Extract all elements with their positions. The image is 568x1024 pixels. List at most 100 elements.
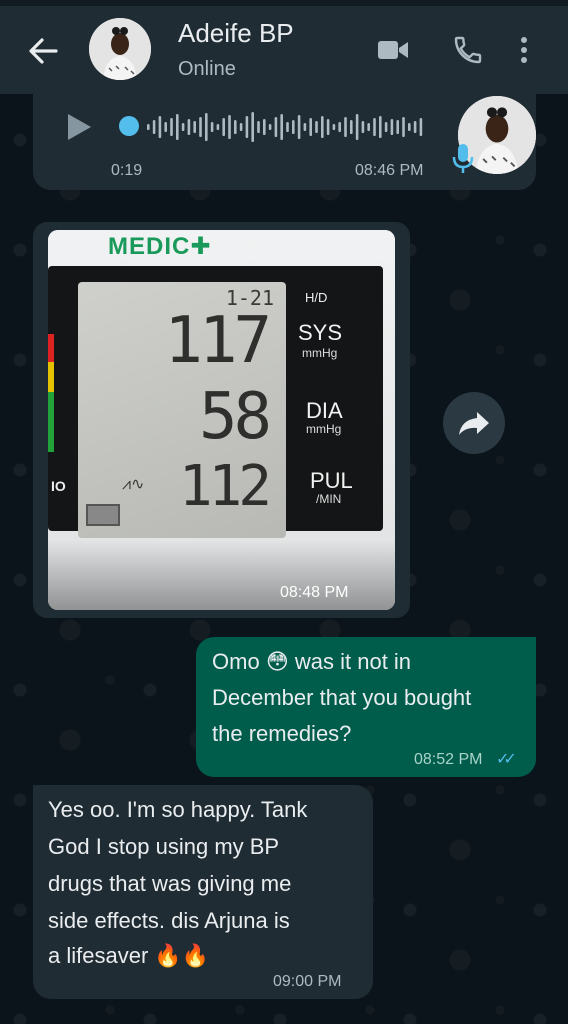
waveform-bar <box>152 120 156 134</box>
label-pul: PUL <box>310 468 353 493</box>
lcd-diastolic: 58 <box>198 380 272 454</box>
waveform-bar <box>263 119 266 135</box>
risk-bar-green <box>48 392 54 452</box>
label-hd: H/D <box>305 290 328 305</box>
incoming-line-4: side effects. dis Arjuna is <box>48 908 290 933</box>
battery-icon <box>86 504 120 526</box>
waveform-bar <box>245 116 249 138</box>
incoming-message-time: 09:00 PM <box>273 973 342 990</box>
incoming-message-bubble: Yes oo. I'm so happy. Tank God I stop us… <box>33 785 373 999</box>
more-options-icon[interactable] <box>518 36 530 64</box>
waveform-bar <box>187 119 191 135</box>
waveform-bar <box>164 122 167 132</box>
waveform-bar <box>193 121 196 133</box>
label-dia: DIA <box>306 398 343 423</box>
waveform-bar <box>419 118 423 136</box>
waveform-bar <box>199 117 202 137</box>
waveform-bar <box>297 115 301 139</box>
fire-emoji: 🔥🔥 <box>154 943 210 968</box>
presence-status: Online <box>178 58 236 80</box>
waveform-bar <box>268 124 272 130</box>
microphone-icon <box>452 144 474 173</box>
waveform-bar <box>216 124 220 130</box>
waveform-bar <box>309 118 312 136</box>
waveform-bar <box>251 112 254 142</box>
waveform-bar <box>239 123 243 131</box>
waveform-bar <box>274 117 278 137</box>
back-arrow-icon[interactable] <box>26 34 62 68</box>
waveform-bar <box>181 123 185 131</box>
image-message-time: 08:48 PM <box>280 584 349 601</box>
waveform-bar <box>292 120 295 134</box>
heart-rhythm-icon: ⩘∿ <box>122 476 145 493</box>
waveform-bar <box>402 117 405 137</box>
flushed-emoji: 😳 <box>265 649 289 674</box>
status-bar-strip <box>0 0 568 6</box>
waveform-bar <box>344 117 347 137</box>
forward-button[interactable] <box>443 392 505 454</box>
waveform-bar <box>326 119 330 135</box>
label-dia-unit: mmHg <box>306 422 342 436</box>
waveform-bar <box>280 114 283 140</box>
side-label-fragment: IO <box>51 478 66 494</box>
playback-scrubber-handle[interactable] <box>119 116 139 136</box>
waveform-bar <box>413 121 417 133</box>
waveform-bar <box>170 118 173 136</box>
voice-duration: 0:19 <box>111 162 143 179</box>
outgoing-message-bubble: Omo 😳 was it not in December that you bo… <box>196 637 536 777</box>
risk-bar-red <box>48 334 54 362</box>
waveform-bar <box>222 118 225 136</box>
outgoing-message-time: 08:52 PM <box>414 751 483 768</box>
contact-avatar[interactable] <box>89 18 151 80</box>
waveform-bar <box>158 116 162 138</box>
read-receipt-icon: ✓✓ <box>496 751 517 768</box>
chat-header: Adeife BP Online <box>0 0 568 94</box>
voice-message-time: 08:46 PM <box>355 162 424 179</box>
waveform-bar <box>228 115 231 139</box>
risk-bar-yellow <box>48 362 54 392</box>
waveform-bar <box>390 119 394 135</box>
waveform-bar <box>355 114 359 140</box>
waveform-bar <box>332 124 336 130</box>
label-sys-unit: mmHg <box>302 346 338 360</box>
waveform-bar <box>234 120 237 134</box>
lcd-pulse: 112 <box>178 454 272 519</box>
incoming-line-1: Yes oo. I'm so happy. Tank <box>48 797 308 822</box>
waveform-bar <box>384 122 388 132</box>
waveform-bar <box>205 113 208 141</box>
outgoing-line-3: the remedies? <box>212 721 352 746</box>
blood-pressure-photo[interactable]: MEDIC✚ IO 1-21 117 58 112 ⩘∿ H/D SYS mmH… <box>48 230 395 610</box>
incoming-line-5: a lifesaver 🔥🔥 <box>48 943 210 968</box>
outgoing-line-1: Omo 😳 was it not in <box>212 649 412 674</box>
waveform-bar <box>373 118 376 136</box>
voice-call-icon[interactable] <box>452 34 484 66</box>
monitor-brand: MEDIC✚ <box>108 233 212 260</box>
waveform-bar <box>338 122 341 132</box>
waveform-bar <box>147 124 150 130</box>
voice-waveform[interactable] <box>119 110 425 144</box>
label-pul-unit: /MIN <box>316 492 342 506</box>
waveform-bar <box>210 122 214 132</box>
incoming-line-3: drugs that was giving me <box>48 871 292 896</box>
waveform-bar <box>176 114 179 140</box>
waveform-bar <box>379 116 382 138</box>
waveform-bar <box>257 121 260 133</box>
lcd-screen: 1-21 117 58 112 ⩘∿ <box>78 282 286 538</box>
waveform-bar <box>321 116 324 138</box>
incoming-line-2: God I stop using my BP <box>48 834 280 859</box>
waveform-bar <box>361 121 365 133</box>
waveform-bar <box>367 123 370 131</box>
video-call-icon[interactable] <box>377 38 409 62</box>
waveform-bar <box>350 120 353 134</box>
waveform-bar <box>315 121 318 133</box>
waveform-bar <box>408 123 411 131</box>
play-icon[interactable] <box>65 112 93 142</box>
label-sys: SYS <box>298 320 343 345</box>
lcd-systolic: 117 <box>164 304 272 378</box>
waveform-bar <box>286 122 289 132</box>
contact-name[interactable]: Adeife BP <box>178 18 294 49</box>
outgoing-line-2: December that you bought <box>212 685 472 710</box>
waveform-bar <box>396 120 399 134</box>
waveform-bar <box>303 123 307 131</box>
forward-icon <box>459 412 489 435</box>
